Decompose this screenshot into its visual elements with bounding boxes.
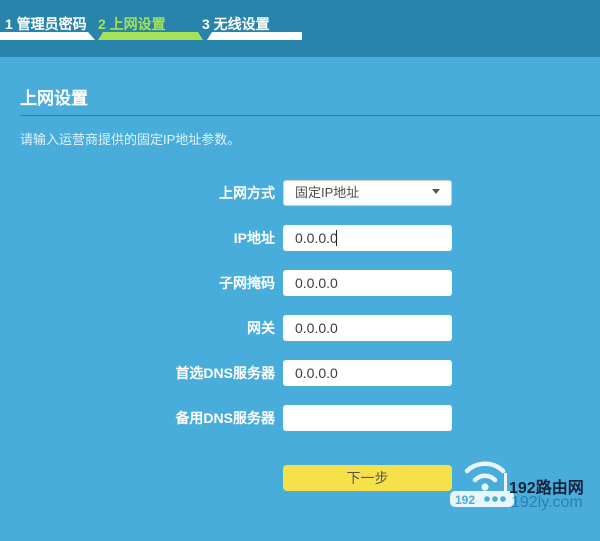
connection-type-label: 上网方式 <box>0 180 275 206</box>
gateway-field <box>283 315 452 341</box>
connection-type-select[interactable]: 固定IP地址 <box>283 180 452 206</box>
wizard-step-header: 1 管理员密码 2 上网设置 3 无线设置 <box>0 0 600 57</box>
secondary-dns-field <box>283 405 452 431</box>
svg-text:192: 192 <box>455 493 475 507</box>
subnet-mask-field <box>283 270 452 296</box>
form-row-subnet-mask: 子网掩码 <box>0 270 600 296</box>
next-button[interactable]: 下一步 <box>283 465 452 491</box>
ip-address-label: IP地址 <box>0 225 275 251</box>
setup-wizard-screen: 1 管理员密码 2 上网设置 3 无线设置 上网设置 请输入运营商提供的固定IP… <box>0 0 600 541</box>
chevron-down-icon <box>432 189 440 194</box>
step-tab-admin-password[interactable]: 1 管理员密码 <box>5 14 87 34</box>
gateway-input[interactable] <box>283 315 452 341</box>
secondary-dns-label: 备用DNS服务器 <box>0 405 275 431</box>
step-2-underline-active <box>98 32 203 40</box>
step-3-underline <box>207 32 302 40</box>
step-1-underline <box>0 32 95 40</box>
step-tab-internet-settings[interactable]: 2 上网设置 <box>98 14 166 34</box>
subnet-mask-input[interactable] <box>283 270 452 296</box>
form-row-secondary-dns: 备用DNS服务器 <box>0 405 600 431</box>
form-row-primary-dns: 首选DNS服务器 <box>0 360 600 386</box>
form-row-connection-type: 上网方式 固定IP地址 <box>0 180 600 206</box>
page-description: 请输入运营商提供的固定IP地址参数。 <box>20 129 240 148</box>
watermark-site-text: 192ly.com <box>511 494 583 512</box>
form-row-gateway: 网关 <box>0 315 600 341</box>
gateway-label: 网关 <box>0 315 275 341</box>
subnet-mask-label: 子网掩码 <box>0 270 275 296</box>
text-caret <box>336 230 337 246</box>
title-divider <box>20 115 600 116</box>
secondary-dns-input[interactable] <box>283 405 452 431</box>
ip-address-input[interactable] <box>283 225 452 251</box>
page-title: 上网设置 <box>20 84 88 109</box>
ip-address-field <box>283 225 452 251</box>
primary-dns-field <box>283 360 452 386</box>
primary-dns-label: 首选DNS服务器 <box>0 360 275 386</box>
step-tab-wireless-settings[interactable]: 3 无线设置 <box>202 14 270 34</box>
connection-type-field: 固定IP地址 <box>283 180 452 206</box>
primary-dns-input[interactable] <box>283 360 452 386</box>
form-row-ip-address: IP地址 <box>0 225 600 251</box>
